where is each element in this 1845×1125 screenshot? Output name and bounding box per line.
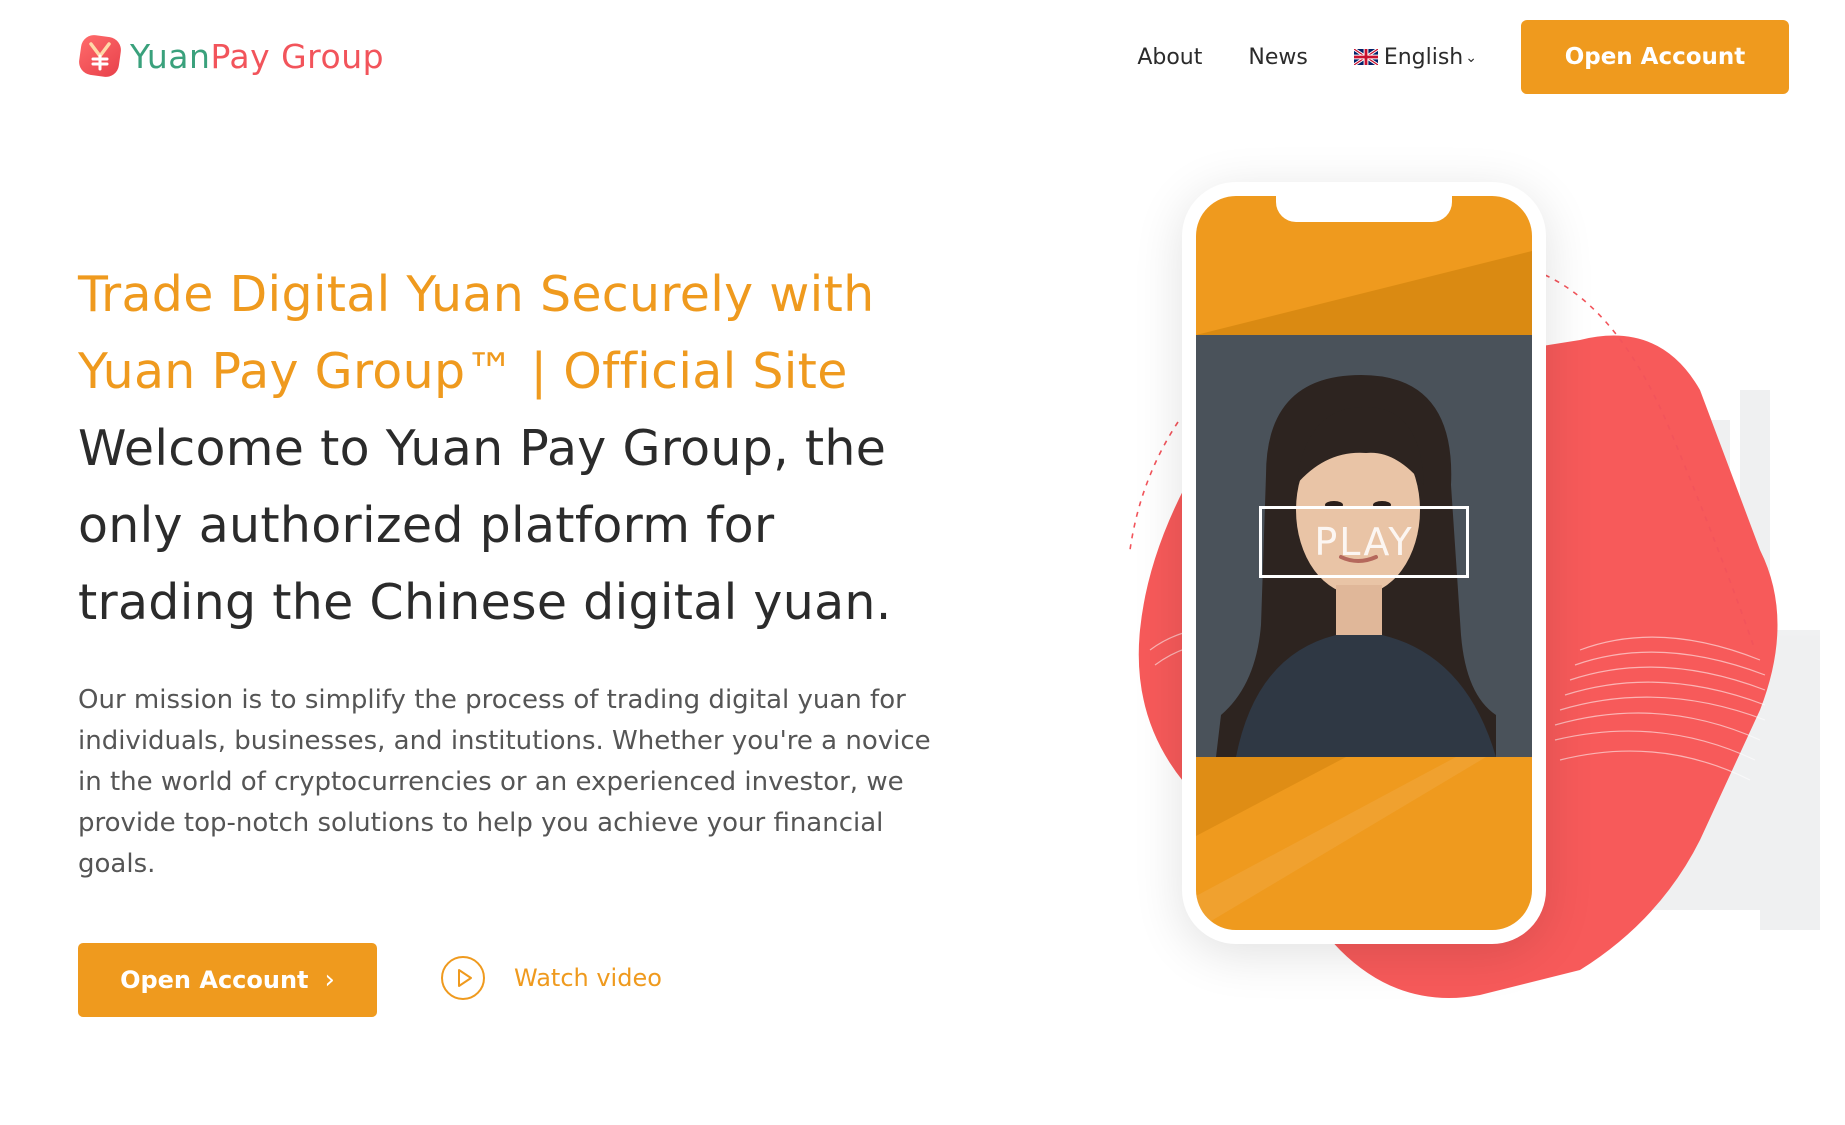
hero-title: Trade Digital Yuan Securely with Yuan Pa… — [78, 266, 875, 400]
chevron-right-icon: › — [324, 965, 335, 995]
yuan-logo-icon — [79, 35, 121, 77]
brand-name: YuanPay Group — [130, 37, 384, 76]
hero-description: Our mission is to simplify the process o… — [78, 685, 931, 879]
phone-mockup: PLAY — [1182, 182, 1546, 944]
language-label: English — [1383, 44, 1464, 70]
nav-link-about[interactable]: About — [1137, 45, 1202, 70]
uk-flag-icon — [1353, 49, 1378, 65]
header-open-account-button[interactable]: Open Account — [1521, 20, 1789, 94]
watch-video-label: Watch video — [514, 964, 662, 992]
play-circle-icon — [441, 956, 485, 1000]
brand-name-paygroup: Pay Group — [210, 36, 385, 76]
nav-link-news[interactable]: News — [1248, 45, 1307, 70]
brand-logo[interactable]: YuanPay Group — [78, 34, 384, 78]
video-play-button[interactable]: PLAY — [1259, 506, 1469, 578]
brand-name-yuan: Yuan — [130, 36, 211, 76]
video-player[interactable]: PLAY — [1196, 335, 1532, 757]
watch-video-link[interactable]: Watch video — [440, 955, 662, 1001]
hero-illustration: PLAY — [1060, 150, 1845, 1050]
landing-page: YuanPay Group About News English ⌄ Open … — [0, 0, 1845, 1125]
hero-open-account-label: Open Account — [120, 966, 309, 994]
main-nav: About News English ⌄ Open Account — [1137, 20, 1789, 94]
phone-screen: PLAY — [1196, 196, 1532, 930]
chevron-down-icon: ⌄ — [1465, 50, 1477, 66]
language-selector[interactable]: English ⌄ — [1353, 44, 1477, 70]
hero-open-account-button[interactable]: Open Account › — [78, 943, 377, 1017]
hero-subtitle: Welcome to Yuan Pay Group, the only auth… — [78, 420, 892, 631]
phone-notch — [1276, 196, 1452, 222]
